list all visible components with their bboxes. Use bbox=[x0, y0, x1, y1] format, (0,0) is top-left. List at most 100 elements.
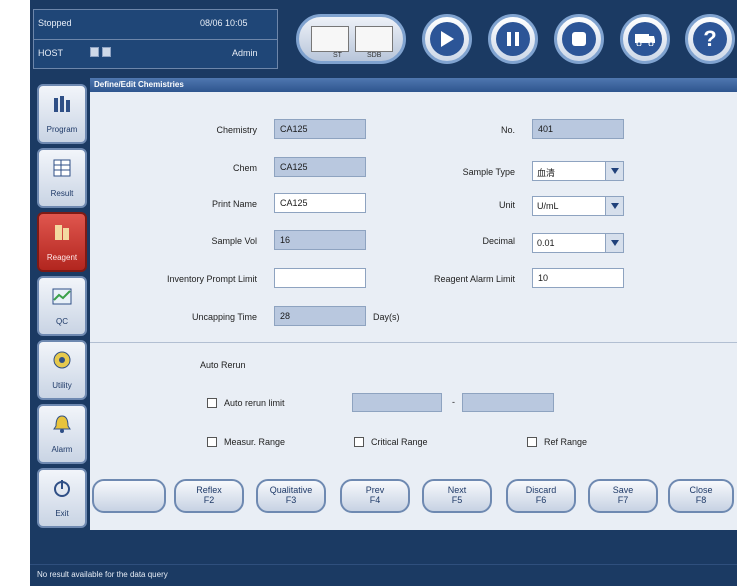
chevron-down-icon[interactable] bbox=[605, 197, 623, 215]
sidebar-item-result[interactable]: Result bbox=[37, 148, 87, 208]
unit-select[interactable]: U/mL bbox=[532, 196, 624, 216]
sample-type-select[interactable]: 血清 bbox=[532, 161, 624, 181]
host-label: HOST bbox=[38, 48, 64, 58]
fkey-key: F8 bbox=[695, 495, 707, 505]
chem-field[interactable]: CA125 bbox=[274, 157, 366, 177]
critical-range-label: Critical Range bbox=[371, 437, 428, 447]
sidebar-item-label: Program bbox=[46, 125, 78, 134]
sample-type-label: Sample Type bbox=[462, 167, 515, 177]
sample-rack-icon bbox=[355, 26, 393, 52]
close-button[interactable]: Close F8 bbox=[668, 479, 734, 513]
sidebar-item-qc[interactable]: QC bbox=[37, 276, 87, 336]
fkey-key: F3 bbox=[285, 495, 297, 505]
save-button[interactable]: Save F7 bbox=[588, 479, 658, 513]
measur-range-label: Measur. Range bbox=[224, 437, 286, 447]
fkey-label: Next bbox=[447, 485, 467, 495]
stop-icon bbox=[562, 22, 596, 56]
sample-type-value: 血清 bbox=[537, 168, 556, 178]
auto-rerun-limit-checkbox[interactable] bbox=[207, 398, 217, 408]
fkey-key: F5 bbox=[451, 495, 463, 505]
inventory-prompt-limit-field[interactable] bbox=[274, 268, 366, 288]
qualitative-button[interactable]: Qualitative F3 bbox=[256, 479, 326, 513]
fkey-label: Qualitative bbox=[269, 485, 313, 495]
pause-icon bbox=[496, 22, 530, 56]
auto-rerun-limit-label: Auto rerun limit bbox=[224, 398, 285, 408]
decimal-select[interactable]: 0.01 bbox=[532, 233, 624, 253]
function-key-bar: Reflex F2 Qualitative F3 Prev F4 Next F5… bbox=[90, 471, 737, 525]
fkey-label: Prev bbox=[365, 485, 385, 495]
sidebar-item-label: Result bbox=[50, 189, 74, 198]
chevron-down-icon[interactable] bbox=[605, 162, 623, 180]
chemistry-field[interactable]: CA125 bbox=[274, 119, 366, 139]
next-button[interactable]: Next F5 bbox=[422, 479, 492, 513]
decimal-label: Decimal bbox=[482, 236, 515, 246]
sidebar-item-label: Alarm bbox=[51, 445, 73, 454]
uncapping-time-field[interactable]: 28 bbox=[274, 306, 366, 326]
qc-icon bbox=[52, 288, 72, 305]
help-icon: ? bbox=[693, 22, 727, 56]
no-label: No. bbox=[500, 125, 515, 135]
sidebar-item-label: QC bbox=[56, 317, 68, 326]
discard-button[interactable]: Discard F6 bbox=[506, 479, 576, 513]
divider bbox=[34, 39, 277, 40]
pause-button[interactable] bbox=[488, 14, 538, 64]
auto-rerun-title: Auto Rerun bbox=[200, 360, 246, 370]
sample-rack-icon bbox=[311, 26, 349, 52]
uncapping-time-unit: Day(s) bbox=[373, 312, 400, 322]
print-name-label: Print Name bbox=[211, 199, 257, 209]
play-icon bbox=[430, 22, 464, 56]
ref-range-label: Ref Range bbox=[544, 437, 588, 447]
prev-button[interactable]: Prev F4 bbox=[340, 479, 410, 513]
sample-label-sdb: SDB bbox=[367, 52, 382, 59]
measur-range-checkbox[interactable] bbox=[207, 437, 217, 447]
user-name: Admin bbox=[232, 48, 258, 58]
sample-vol-field[interactable]: 16 bbox=[274, 230, 366, 250]
panel-title-bar: Define/Edit Chemistries bbox=[90, 78, 737, 92]
fkey-key: F4 bbox=[369, 495, 381, 505]
sidebar-item-label: Exit bbox=[55, 509, 69, 518]
stop-button[interactable] bbox=[554, 14, 604, 64]
fkey-label: Discard bbox=[525, 485, 557, 495]
decimal-value: 0.01 bbox=[537, 238, 555, 248]
fkey-key: F7 bbox=[617, 495, 629, 505]
alarm-icon bbox=[53, 415, 71, 433]
reagent-icon bbox=[55, 225, 69, 240]
critical-range-checkbox[interactable] bbox=[354, 437, 364, 447]
program-icon bbox=[54, 96, 70, 112]
sample-overview-button[interactable]: ST SDB bbox=[296, 14, 406, 64]
chevron-down-icon[interactable] bbox=[605, 234, 623, 252]
status-bar: No result available for the data query bbox=[30, 564, 737, 586]
section-divider bbox=[90, 342, 737, 343]
chem-label: Chem bbox=[232, 163, 257, 173]
play-button[interactable] bbox=[422, 14, 472, 64]
sidebar-item-exit[interactable]: Exit bbox=[37, 468, 87, 528]
sidebar-item-reagent[interactable]: Reagent bbox=[37, 212, 87, 272]
reflex-button[interactable]: Reflex F2 bbox=[174, 479, 244, 513]
chemistry-form: Chemistry CA125 Chem CA125 Print Name CA… bbox=[90, 92, 737, 530]
top-bar: Stopped 08/06 10:05 HOST Admin ST SDB ? bbox=[30, 0, 737, 78]
ref-range-checkbox[interactable] bbox=[527, 437, 537, 447]
ambulance-button[interactable] bbox=[620, 14, 670, 64]
no-field[interactable]: 401 bbox=[532, 119, 624, 139]
unit-label: Unit bbox=[498, 200, 515, 210]
fkey-label: Reflex bbox=[196, 485, 222, 495]
sidebar-item-utility[interactable]: Utility bbox=[37, 340, 87, 400]
help-button[interactable]: ? bbox=[685, 14, 735, 64]
sidebar-item-alarm[interactable]: Alarm bbox=[37, 404, 87, 464]
sidebar: Program Result Reagent QC Utility Alarm … bbox=[30, 78, 90, 530]
inventory-prompt-limit-label: Inventory Prompt Limit bbox=[166, 274, 257, 284]
sidebar-item-program[interactable]: Program bbox=[37, 84, 87, 144]
network-icon bbox=[90, 47, 99, 57]
rerun-range-low-field[interactable] bbox=[352, 393, 442, 412]
result-icon bbox=[53, 159, 71, 177]
status-message: No result available for the data query bbox=[37, 570, 168, 579]
computer-icon bbox=[102, 47, 111, 57]
reagent-alarm-limit-field[interactable]: 10 bbox=[532, 268, 624, 288]
fkey-blank-button[interactable] bbox=[92, 479, 166, 513]
system-status-box: Stopped 08/06 10:05 HOST Admin bbox=[33, 9, 278, 69]
print-name-field[interactable]: CA125 bbox=[274, 193, 366, 213]
datetime: 08/06 10:05 bbox=[200, 18, 248, 28]
sample-label-st: ST bbox=[333, 52, 342, 59]
fkey-key: F6 bbox=[535, 495, 547, 505]
rerun-range-high-field[interactable] bbox=[462, 393, 554, 412]
